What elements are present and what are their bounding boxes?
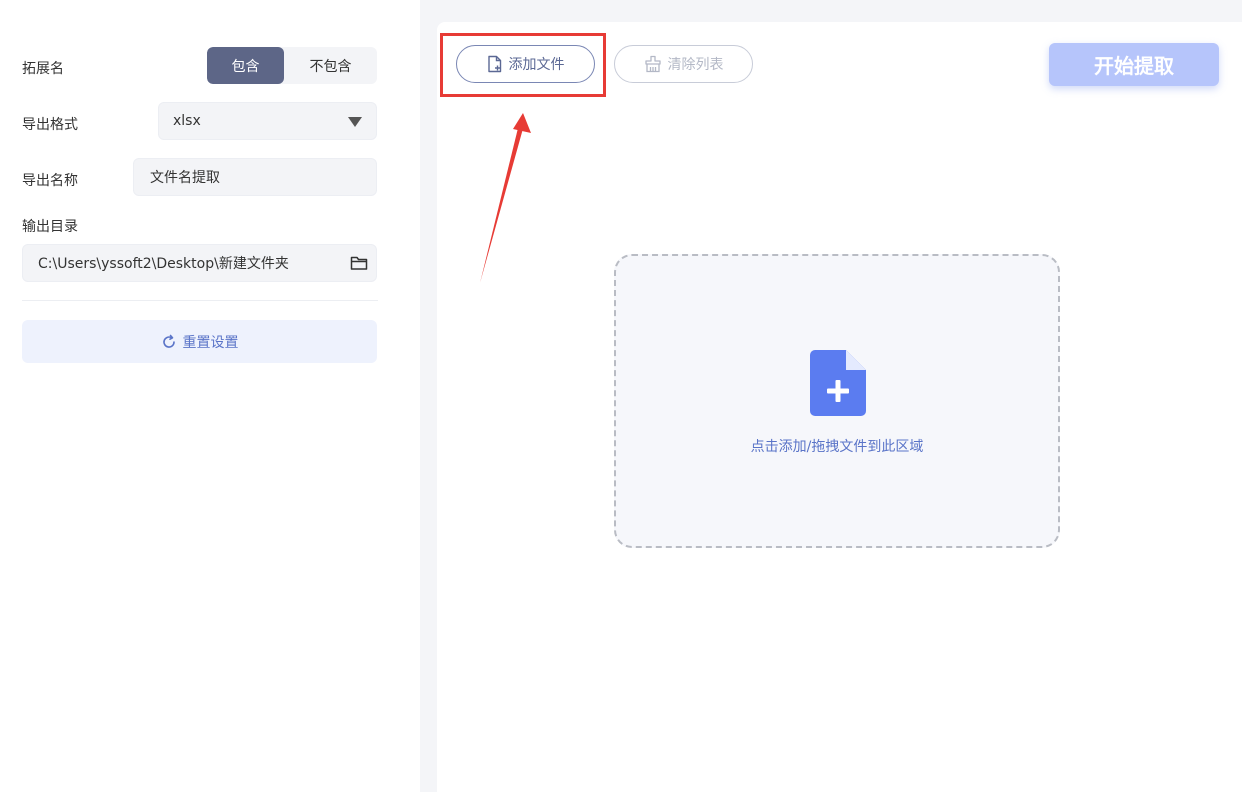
start-extract-button[interactable]: 开始提取 (1049, 43, 1219, 86)
reset-settings-button[interactable]: 重置设置 (22, 320, 377, 363)
drop-hint: 点击添加/拖拽文件到此区域 (750, 439, 924, 455)
settings-panel: 拓展名 包含 不包含 导出格式 xlsx 导出名称 文件名提取 输出目录 C:\… (0, 0, 420, 792)
output-dir-input[interactable]: C:\Users\yssoft2\Desktop\新建文件夹 (22, 244, 377, 282)
reset-label: 重置设置 (182, 334, 239, 351)
clear-list-button[interactable]: 清除列表 (614, 45, 753, 83)
extension-label: 拓展名 (22, 61, 64, 77)
highlight-box (440, 33, 606, 97)
add-file-large-icon (810, 350, 866, 416)
format-value: xlsx (173, 113, 201, 129)
export-name-value: 文件名提取 (150, 170, 220, 186)
dropdown-arrow-icon (348, 117, 362, 127)
refresh-icon (162, 334, 175, 348)
folder-icon[interactable] (350, 255, 368, 271)
include-option[interactable]: 包含 (207, 47, 284, 84)
clear-icon (644, 55, 661, 73)
divider (22, 300, 378, 301)
dir-label: 输出目录 (22, 219, 78, 235)
name-label: 导出名称 (22, 173, 78, 189)
drop-zone[interactable]: 点击添加/拖拽文件到此区域 (614, 254, 1060, 548)
extension-toggle: 包含 不包含 (207, 47, 377, 84)
format-label: 导出格式 (22, 117, 78, 133)
exclude-option[interactable]: 不包含 (284, 47, 377, 84)
output-dir-value: C:\Users\yssoft2\Desktop\新建文件夹 (38, 256, 289, 272)
clear-list-label: 清除列表 (667, 57, 724, 73)
format-select[interactable]: xlsx (158, 102, 377, 140)
export-name-input[interactable]: 文件名提取 (133, 158, 377, 196)
